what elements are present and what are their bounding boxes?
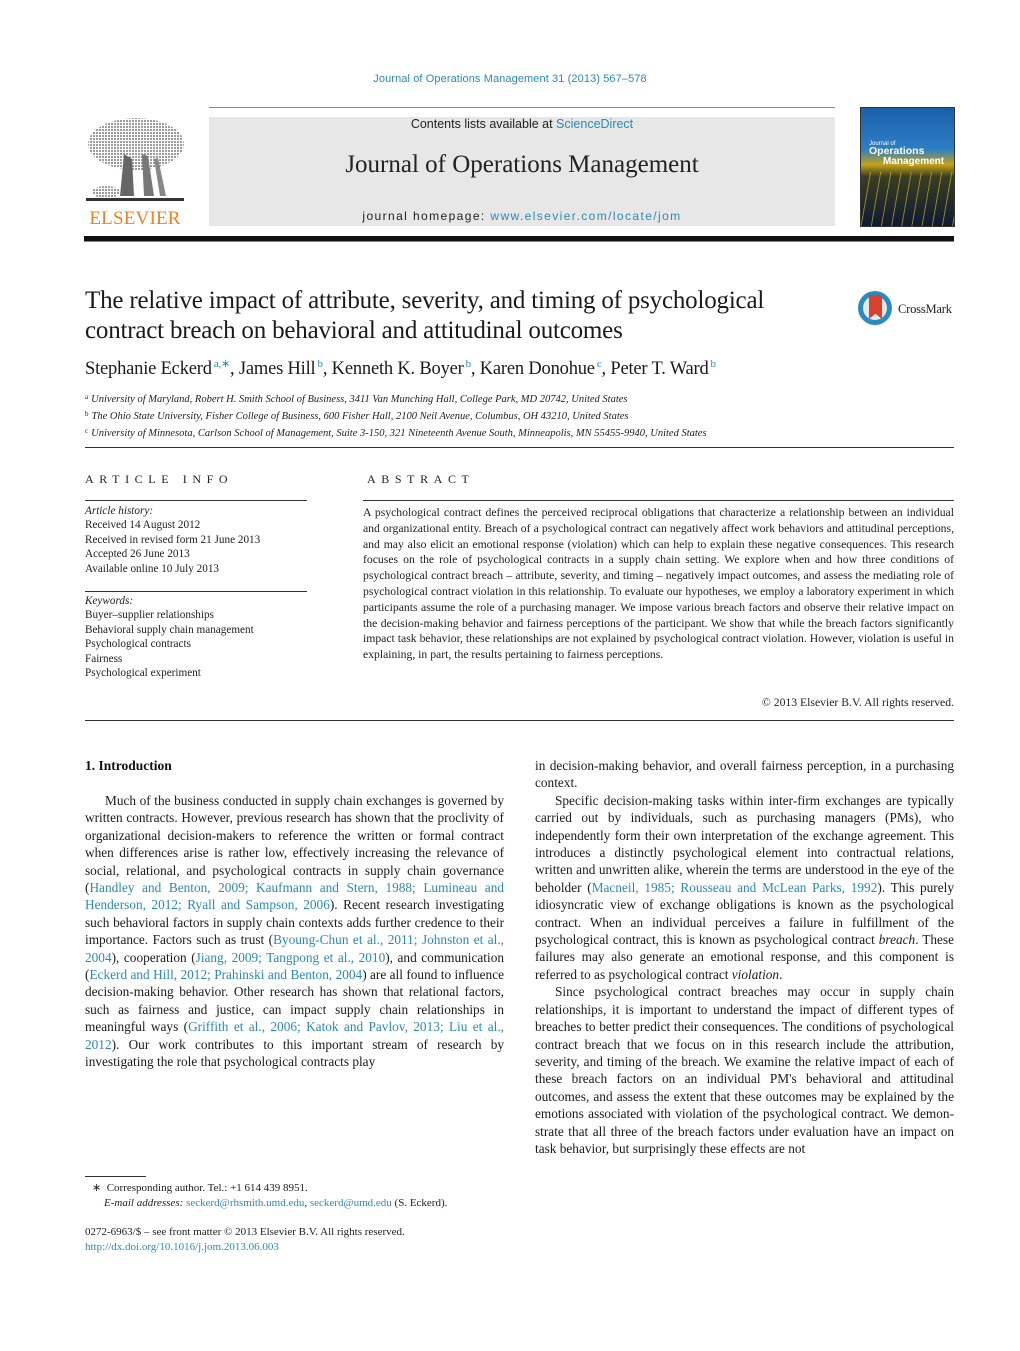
divider xyxy=(363,500,954,501)
citation-link[interactable]: Griffith et al., 2006; Katok and Pavlov,… xyxy=(85,1019,504,1051)
author-name[interactable]: James Hill xyxy=(239,359,316,379)
history-item: Available online 10 July 2013 xyxy=(85,562,220,575)
affiliation-text: University of Maryland, Robert H. Smith … xyxy=(91,394,628,405)
email-link-2[interactable]: seckerd@umd.edu xyxy=(310,1197,392,1209)
keyword-item: Psychological contracts xyxy=(85,638,191,651)
cover-decoration xyxy=(861,172,954,226)
author-separator: , xyxy=(322,359,332,379)
citation-link[interactable]: Macneil, 1985; Rousseau and McLean Parks… xyxy=(592,880,878,895)
keywords: Keywords: Buyer–supplier relationships Be… xyxy=(85,594,254,680)
author-separator: , xyxy=(470,359,480,379)
author-name[interactable]: Kenneth K. Boyer xyxy=(332,359,464,379)
history-item: Received in revised form 21 June 2013 xyxy=(85,533,261,546)
cover-title-line2: Operations xyxy=(869,145,925,157)
keyword-item: Psychological experiment xyxy=(85,667,201,680)
article-title: The relative impact of attribute, severi… xyxy=(85,287,765,344)
history-item: Received 14 August 2012 xyxy=(85,519,201,532)
author-name[interactable]: Karen Donohue xyxy=(480,359,595,379)
front-matter: 0272-6963/$ – see front matter © 2013 El… xyxy=(85,1225,405,1254)
masthead-box: Contents lists available at ScienceDirec… xyxy=(209,117,835,226)
crossmark-button[interactable]: CrossMark xyxy=(858,291,958,331)
author-name[interactable]: Stephanie Eckerd xyxy=(85,359,212,379)
abstract-heading: ABSTRACT xyxy=(367,472,475,486)
citation-link[interactable]: Handley and Benton, 2009; Kaufmann and S… xyxy=(85,880,504,912)
email-link-1[interactable]: seckerd@rhsmith.umd.edu xyxy=(186,1197,304,1209)
emphasis: violation xyxy=(731,966,780,982)
author-affiliation-marker[interactable]: a,∗ xyxy=(214,358,230,370)
body-paragraph: in decision-making behavior, and overall… xyxy=(535,758,954,791)
cover-title-line3: Management xyxy=(883,156,945,167)
affiliation-list: a University of Maryland, Robert H. Smith… xyxy=(85,390,707,442)
corresponding-author-text: Corresponding author. Tel.: +1 614 439 8… xyxy=(106,1182,308,1194)
footnote: ∗ Corresponding author. Tel.: +1 614 439… xyxy=(92,1181,447,1210)
citation-link[interactable]: Eckerd and Hill, 2012; Prahinski and Ben… xyxy=(89,967,362,982)
history-item: Accepted 26 June 2013 xyxy=(85,548,190,561)
author-affiliation-marker[interactable]: b xyxy=(711,358,717,370)
issn-line: 0272-6963/$ – see front matter © 2013 El… xyxy=(85,1226,405,1238)
author-separator: , xyxy=(230,359,239,379)
elsevier-logo[interactable]: ELSEVIER xyxy=(84,114,186,230)
body-paragraph: Specific decision-making tasks within in… xyxy=(535,792,954,982)
journal-cover-image[interactable]: Journal of Operations Management xyxy=(860,107,955,227)
journal-name: Journal of Operations Management xyxy=(345,151,699,178)
email-label: E-mail addresses: xyxy=(104,1196,184,1209)
homepage-prefix: journal homepage: xyxy=(362,209,491,223)
author-name[interactable]: Peter T. Ward xyxy=(610,359,708,379)
masthead-bottom-rule-thin xyxy=(84,241,954,242)
copyright-notice: © 2013 Elsevier B.V. All rights reserved… xyxy=(761,696,954,709)
homepage-line: journal homepage: www.elsevier.com/locat… xyxy=(209,209,835,223)
affiliation: b The Ohio State University, Fisher Colle… xyxy=(85,407,707,424)
emphasis: breach xyxy=(878,932,916,948)
divider xyxy=(85,720,954,721)
footnote-marker: ∗ xyxy=(92,1182,102,1194)
body-paragraph: Since psychological contract breaches ma… xyxy=(535,984,954,1156)
article-history-label: Article history: xyxy=(85,505,154,517)
divider xyxy=(85,591,307,592)
body-column-left: Much of the business conducted in supply… xyxy=(85,792,504,1071)
article-history-list: Received 14 August 2012 Received in revis… xyxy=(85,518,260,576)
doi-link[interactable]: http://dx.doi.org/10.1016/j.jom.2013.06.… xyxy=(85,1241,279,1253)
elsevier-tree-icon xyxy=(86,118,184,201)
running-header[interactable]: Journal of Operations Management 31 (201… xyxy=(0,73,1020,85)
body-column-right: in decision-making behavior, and overall… xyxy=(535,757,954,1157)
affiliation-text: University of Minnesota, Carlson School … xyxy=(91,428,707,440)
affiliation-key: b xyxy=(85,410,89,419)
keyword-item: Buyer–supplier relationships xyxy=(85,609,214,622)
email-suffix: (S. Eckerd). xyxy=(391,1196,448,1209)
masthead-top-rule xyxy=(209,107,835,108)
contents-prefix: Contents lists available at xyxy=(410,117,557,131)
affiliation-text: The Ohio State University, Fisher Colleg… xyxy=(91,411,629,423)
divider xyxy=(85,447,954,448)
affiliation: a University of Maryland, Robert H. Smith… xyxy=(85,390,707,407)
elsevier-wordmark: ELSEVIER xyxy=(89,208,181,229)
section-heading: 1. Introduction xyxy=(85,758,172,773)
footnote-rule xyxy=(85,1176,146,1177)
keyword-item: Behavioral supply chain management xyxy=(85,623,254,636)
article-info-heading: ARTICLE INFO xyxy=(85,472,234,486)
keyword-list: Buyer–supplier relationships Behavioral s… xyxy=(85,608,254,680)
journal-homepage-link[interactable]: www.elsevier.com/locate/jom xyxy=(490,209,681,223)
article-history: Article history: Received 14 August 2012… xyxy=(85,504,260,576)
divider xyxy=(85,500,307,501)
contents-line: Contents lists available at ScienceDirec… xyxy=(209,117,835,131)
sciencedirect-link[interactable]: ScienceDirect xyxy=(556,117,633,131)
abstract-text: A psychological contract defines the per… xyxy=(363,506,954,662)
affiliation-key: a xyxy=(85,393,89,401)
body-paragraph: Much of the business conducted in supply… xyxy=(85,793,504,1070)
keywords-label: Keywords: xyxy=(85,595,134,607)
keyword-item: Fairness xyxy=(85,652,123,665)
author-list: Stephanie Eckerd a,∗, James Hill b, Kennet… xyxy=(85,357,716,380)
affiliation-key: c xyxy=(85,427,89,436)
citation-link[interactable]: Jiang, 2009; Tangpong et al., 2010 xyxy=(196,950,386,965)
email-addresses: E-mail addresses: seckerd@rhsmith.umd.ed… xyxy=(92,1196,447,1211)
crossmark-label: CrossMark xyxy=(898,302,952,316)
affiliation: c University of Minnesota, Carlson School… xyxy=(85,424,707,441)
corresponding-author-note: ∗ Corresponding author. Tel.: +1 614 439… xyxy=(92,1181,447,1196)
